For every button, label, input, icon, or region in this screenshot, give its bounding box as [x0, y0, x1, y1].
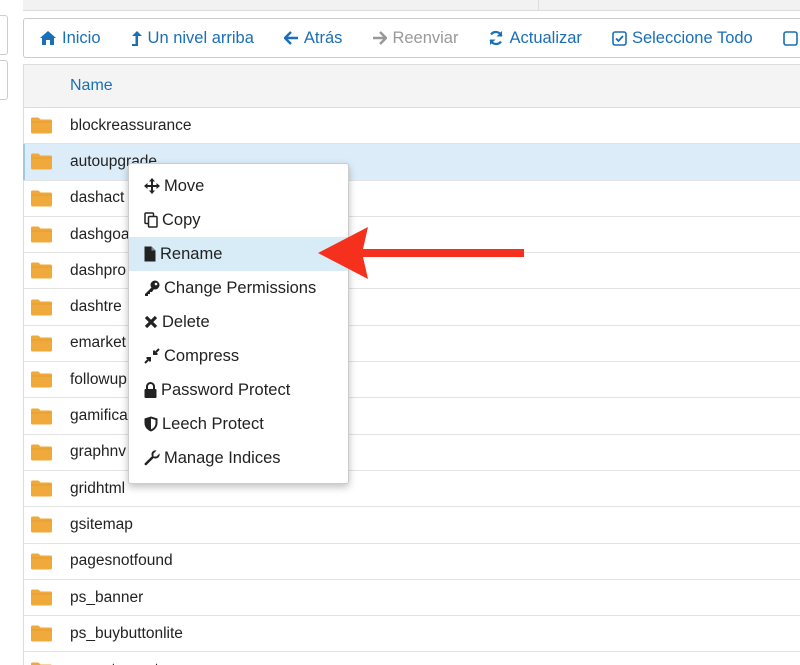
up-level-label: Un nivel arriba [147, 28, 254, 47]
home-button[interactable]: Inicio [39, 29, 101, 48]
back-button[interactable]: Atrás [283, 28, 343, 48]
red-arrow-annotation [318, 227, 524, 279]
file-name[interactable]: dashgoa [70, 226, 129, 244]
left-panel-box [0, 15, 8, 55]
move-arrows-icon [144, 178, 160, 194]
file-name[interactable]: ps_categorytree [70, 661, 181, 665]
folder-icon [31, 662, 52, 665]
forward-label: Reenviar [392, 28, 459, 47]
arrow-left-icon [283, 31, 298, 45]
folder-icon [31, 516, 52, 533]
up-level-button[interactable]: Un nivel arriba [131, 29, 254, 48]
file-name[interactable]: dashtre [70, 298, 122, 316]
wrench-icon [144, 450, 160, 466]
table-row[interactable]: ps_buybuttonlite [24, 616, 800, 653]
key-icon [145, 280, 160, 296]
folder-icon [31, 190, 52, 207]
select-all-button[interactable]: Seleccione Todo [612, 29, 753, 48]
file-name[interactable]: graphnv [70, 443, 126, 461]
table-row[interactable]: blockreassurance [24, 108, 800, 145]
context-menu: Move Copy Rename Change Permissions Dele… [128, 163, 349, 484]
folder-icon [31, 553, 52, 570]
top-bar-divider [538, 0, 539, 11]
rename-label: Rename [160, 244, 223, 263]
menu-item-move[interactable]: Move [129, 169, 348, 203]
table-row[interactable]: pagesnotfound [24, 544, 800, 580]
checkbox-empty-icon [782, 30, 798, 46]
back-label: Atrás [303, 28, 343, 47]
file-name[interactable]: followup [70, 371, 127, 389]
folder-icon [31, 408, 52, 425]
manage-indices-label: Manage Indices [164, 448, 281, 467]
home-icon [40, 31, 56, 45]
menu-item-compress[interactable]: Compress [129, 339, 348, 373]
copy-icon [144, 212, 158, 228]
file-name[interactable]: emarket [70, 334, 126, 352]
copy-label: Copy [162, 210, 201, 229]
menu-item-delete[interactable]: Delete [129, 305, 348, 339]
folder-icon [31, 117, 52, 134]
menu-item-password-protect[interactable]: Password Protect [129, 373, 348, 407]
file-name[interactable]: gridhtml [70, 480, 125, 498]
table-row[interactable]: ps_banner [24, 580, 800, 617]
file-name[interactable]: dashpro [70, 262, 126, 280]
folder-icon [31, 589, 52, 606]
select-all-label: Seleccione Todo [631, 28, 753, 47]
menu-item-rename[interactable]: Rename [129, 237, 348, 271]
file-icon [144, 246, 156, 262]
move-label: Move [164, 176, 205, 195]
compress-icon [144, 348, 160, 364]
file-name[interactable]: dashact [70, 189, 124, 207]
file-name[interactable]: ps_banner [70, 589, 143, 607]
lock-icon [144, 382, 157, 398]
file-name[interactable]: gamifica [70, 407, 128, 425]
folder-icon [31, 371, 52, 388]
folder-icon [31, 262, 52, 279]
password-protect-label: Password Protect [161, 380, 291, 399]
change-permissions-label: Change Permissions [164, 278, 317, 297]
leech-protect-label: Leech Protect [162, 414, 264, 433]
close-icon [144, 315, 158, 329]
menu-item-copy[interactable]: Copy [129, 203, 348, 237]
arrow-right-icon [373, 31, 388, 45]
table-row[interactable]: ps_categorytree [24, 652, 800, 665]
folder-icon [31, 299, 52, 316]
menu-item-change-permissions[interactable]: Change Permissions [129, 271, 348, 305]
folder-icon [31, 153, 52, 170]
folder-icon [31, 335, 52, 352]
checkbox-checked-icon [612, 30, 627, 46]
folder-icon [31, 625, 52, 642]
file-name[interactable]: ps_buybuttonlite [70, 625, 183, 643]
left-panel-fragment [0, 0, 10, 665]
refresh-icon [489, 30, 504, 46]
top-bar [23, 0, 800, 11]
left-panel-box [0, 60, 8, 100]
home-label: Inicio [62, 28, 101, 47]
folder-icon [31, 480, 52, 497]
folder-icon [31, 444, 52, 461]
menu-item-leech-protect[interactable]: Leech Protect [129, 407, 348, 441]
unselect-all-button[interactable] [782, 30, 800, 46]
name-column-header[interactable]: Name [70, 77, 113, 95]
file-toolbar: Inicio Un nivel arriba Atrás Reenviar Ac… [23, 18, 800, 58]
compress-label: Compress [164, 346, 240, 365]
table-header: Name [24, 65, 800, 108]
forward-button[interactable]: Reenviar [372, 29, 458, 48]
delete-label: Delete [162, 312, 210, 331]
file-name[interactable]: gsitemap [70, 516, 133, 534]
shield-icon [144, 416, 158, 432]
refresh-button[interactable]: Actualizar [488, 28, 582, 48]
level-up-icon [131, 30, 142, 46]
file-name[interactable]: pagesnotfound [70, 552, 173, 570]
table-row[interactable]: gsitemap [24, 507, 800, 544]
refresh-label: Actualizar [509, 28, 582, 47]
folder-icon [31, 226, 52, 243]
file-name[interactable]: blockreassurance [70, 117, 191, 135]
menu-item-manage-indices[interactable]: Manage Indices [129, 441, 348, 475]
